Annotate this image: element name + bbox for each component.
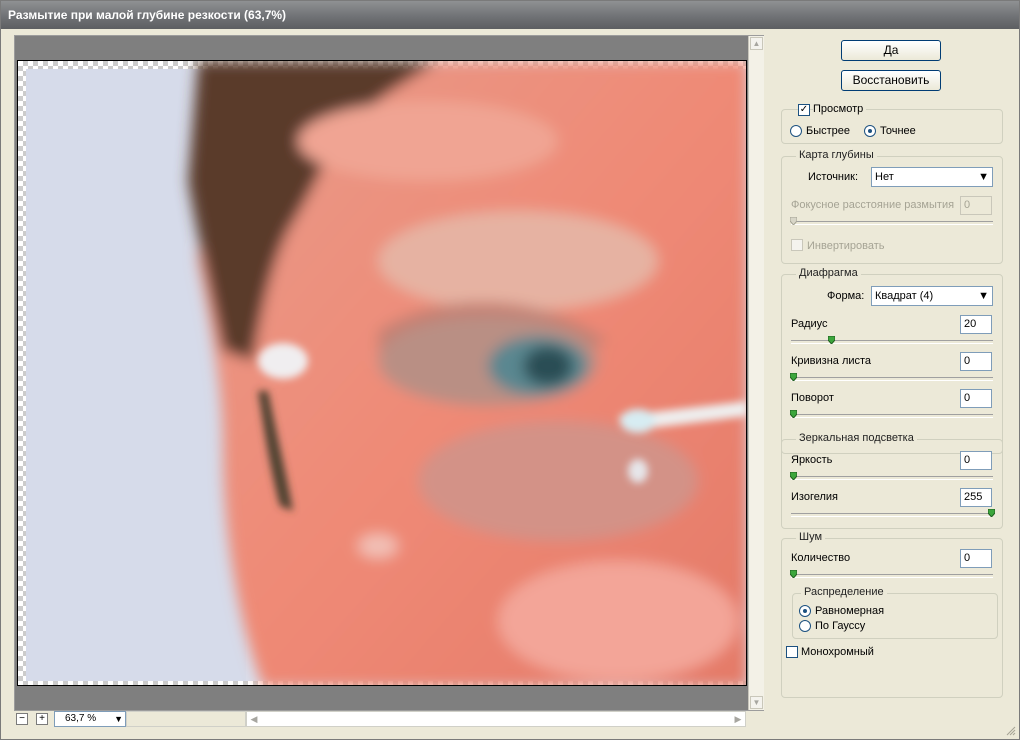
scroll-down-icon[interactable]: ▼ [750, 696, 763, 709]
gaussian-label: По Гауссу [815, 620, 866, 632]
preview-label: Просмотр [813, 103, 867, 115]
accurate-radio[interactable] [864, 125, 876, 137]
threshold-slider[interactable] [791, 513, 993, 517]
horizontal-scrollbar[interactable]: ◀ ▶ [246, 711, 746, 727]
zoom-in-button[interactable]: + [36, 713, 48, 725]
depth-map-group: Карта глубины Источник: Нет ▼ Фокусное р… [781, 149, 1003, 264]
shape-select[interactable]: Квадрат (4) ▼ [871, 286, 993, 306]
slider-thumb-icon[interactable] [988, 509, 995, 517]
slider-thumb-icon[interactable] [828, 336, 835, 344]
focal-distance-slider[interactable] [791, 221, 993, 225]
slider-thumb-icon[interactable] [790, 570, 797, 578]
scroll-right-icon[interactable]: ▶ [732, 713, 744, 725]
slider-thumb-icon[interactable] [790, 410, 797, 418]
blurred-face-photo [26, 61, 746, 685]
source-value: Нет [875, 171, 894, 183]
reset-button[interactable]: Восстановить [841, 70, 941, 91]
accurate-label: Точнее [880, 125, 916, 137]
specular-group: Зеркальная подсветка Яркость 0 Изогелия … [781, 432, 1003, 529]
preview-image[interactable] [17, 60, 747, 686]
invert-label: Инвертировать [807, 240, 885, 252]
distribution-group: Распределение Равномерная По Гауссу [792, 586, 998, 639]
uniform-radio[interactable] [799, 605, 811, 617]
scroll-spacer [126, 711, 246, 727]
brightness-slider[interactable] [791, 476, 993, 480]
scroll-left-icon[interactable]: ◀ [248, 713, 260, 725]
threshold-label: Изогелия [791, 491, 838, 503]
source-label: Источник: [808, 171, 859, 183]
threshold-input[interactable]: 255 [960, 488, 992, 507]
shape-label: Форма: [827, 290, 865, 302]
brightness-input[interactable]: 0 [960, 451, 992, 470]
filter-dialog: Размытие при малой глубине резкости (63,… [0, 0, 1020, 740]
title-bar[interactable]: Размытие при малой глубине резкости (63,… [1, 1, 1019, 29]
iris-legend: Диафрагма [796, 267, 861, 279]
rotation-input[interactable]: 0 [960, 389, 992, 408]
distribution-legend: Распределение [801, 586, 887, 598]
brightness-label: Яркость [791, 454, 833, 466]
slider-thumb-icon[interactable] [790, 472, 797, 480]
depth-map-legend: Карта глубины [796, 149, 877, 161]
curvature-slider[interactable] [791, 377, 993, 381]
specular-legend: Зеркальная подсветка [796, 432, 917, 444]
source-select[interactable]: Нет ▼ [871, 167, 993, 187]
resize-grip-icon[interactable] [1006, 726, 1016, 736]
amount-label: Количество [791, 552, 851, 564]
radius-label: Радиус [791, 318, 828, 330]
radius-input[interactable]: 20 [960, 315, 992, 334]
uniform-label: Равномерная [815, 605, 885, 617]
amount-slider[interactable] [791, 574, 993, 578]
fast-radio[interactable] [790, 125, 802, 137]
slider-thumb-icon[interactable] [790, 373, 797, 381]
zoom-bar: − + 63,7 % ▼ ◀ ▶ [14, 711, 764, 728]
chevron-down-icon: ▼ [978, 290, 989, 302]
focal-distance-input[interactable]: 0 [960, 196, 992, 215]
preview-checkbox[interactable]: ✓ [798, 104, 810, 116]
gaussian-radio[interactable] [799, 620, 811, 632]
amount-input[interactable]: 0 [960, 549, 992, 568]
monochrome-checkbox[interactable] [786, 646, 798, 658]
rotation-slider[interactable] [791, 414, 993, 418]
curvature-label: Кривизна листа [791, 355, 872, 367]
rotation-label: Поворот [791, 392, 834, 404]
noise-legend: Шум [796, 531, 826, 543]
scroll-up-icon[interactable]: ▲ [750, 37, 763, 50]
focal-distance-label: Фокусное расстояние размытия [791, 199, 955, 211]
curvature-input[interactable]: 0 [960, 352, 992, 371]
iris-group: Диафрагма Форма: Квадрат (4) ▼ Радиус 20… [781, 267, 1003, 454]
preview-group: ✓ Просмотр Быстрее Точнее [781, 103, 1003, 144]
zoom-select[interactable]: 63,7 % ▼ [54, 711, 126, 727]
settings-panel: Да Восстановить ✓ Просмотр Быстрее Точне… [771, 29, 1016, 734]
chevron-down-icon: ▼ [978, 171, 989, 183]
zoom-out-button[interactable]: − [16, 713, 28, 725]
shape-value: Квадрат (4) [875, 290, 934, 302]
ok-button[interactable]: Да [841, 40, 941, 61]
chevron-down-icon: ▼ [114, 714, 123, 724]
zoom-value: 63,7 % [65, 713, 97, 724]
slider-thumb-icon[interactable] [790, 217, 797, 225]
fast-label: Быстрее [806, 125, 851, 137]
invert-checkbox[interactable] [791, 239, 803, 251]
vertical-scrollbar[interactable]: ▲ ▼ [748, 36, 764, 710]
monochrome-label: Монохромный [801, 646, 874, 658]
noise-group: Шум Количество 0 Распределение Равномерн… [781, 531, 1003, 698]
radius-slider[interactable] [791, 340, 993, 344]
dialog-title: Размытие при малой глубине резкости (63,… [8, 8, 287, 22]
